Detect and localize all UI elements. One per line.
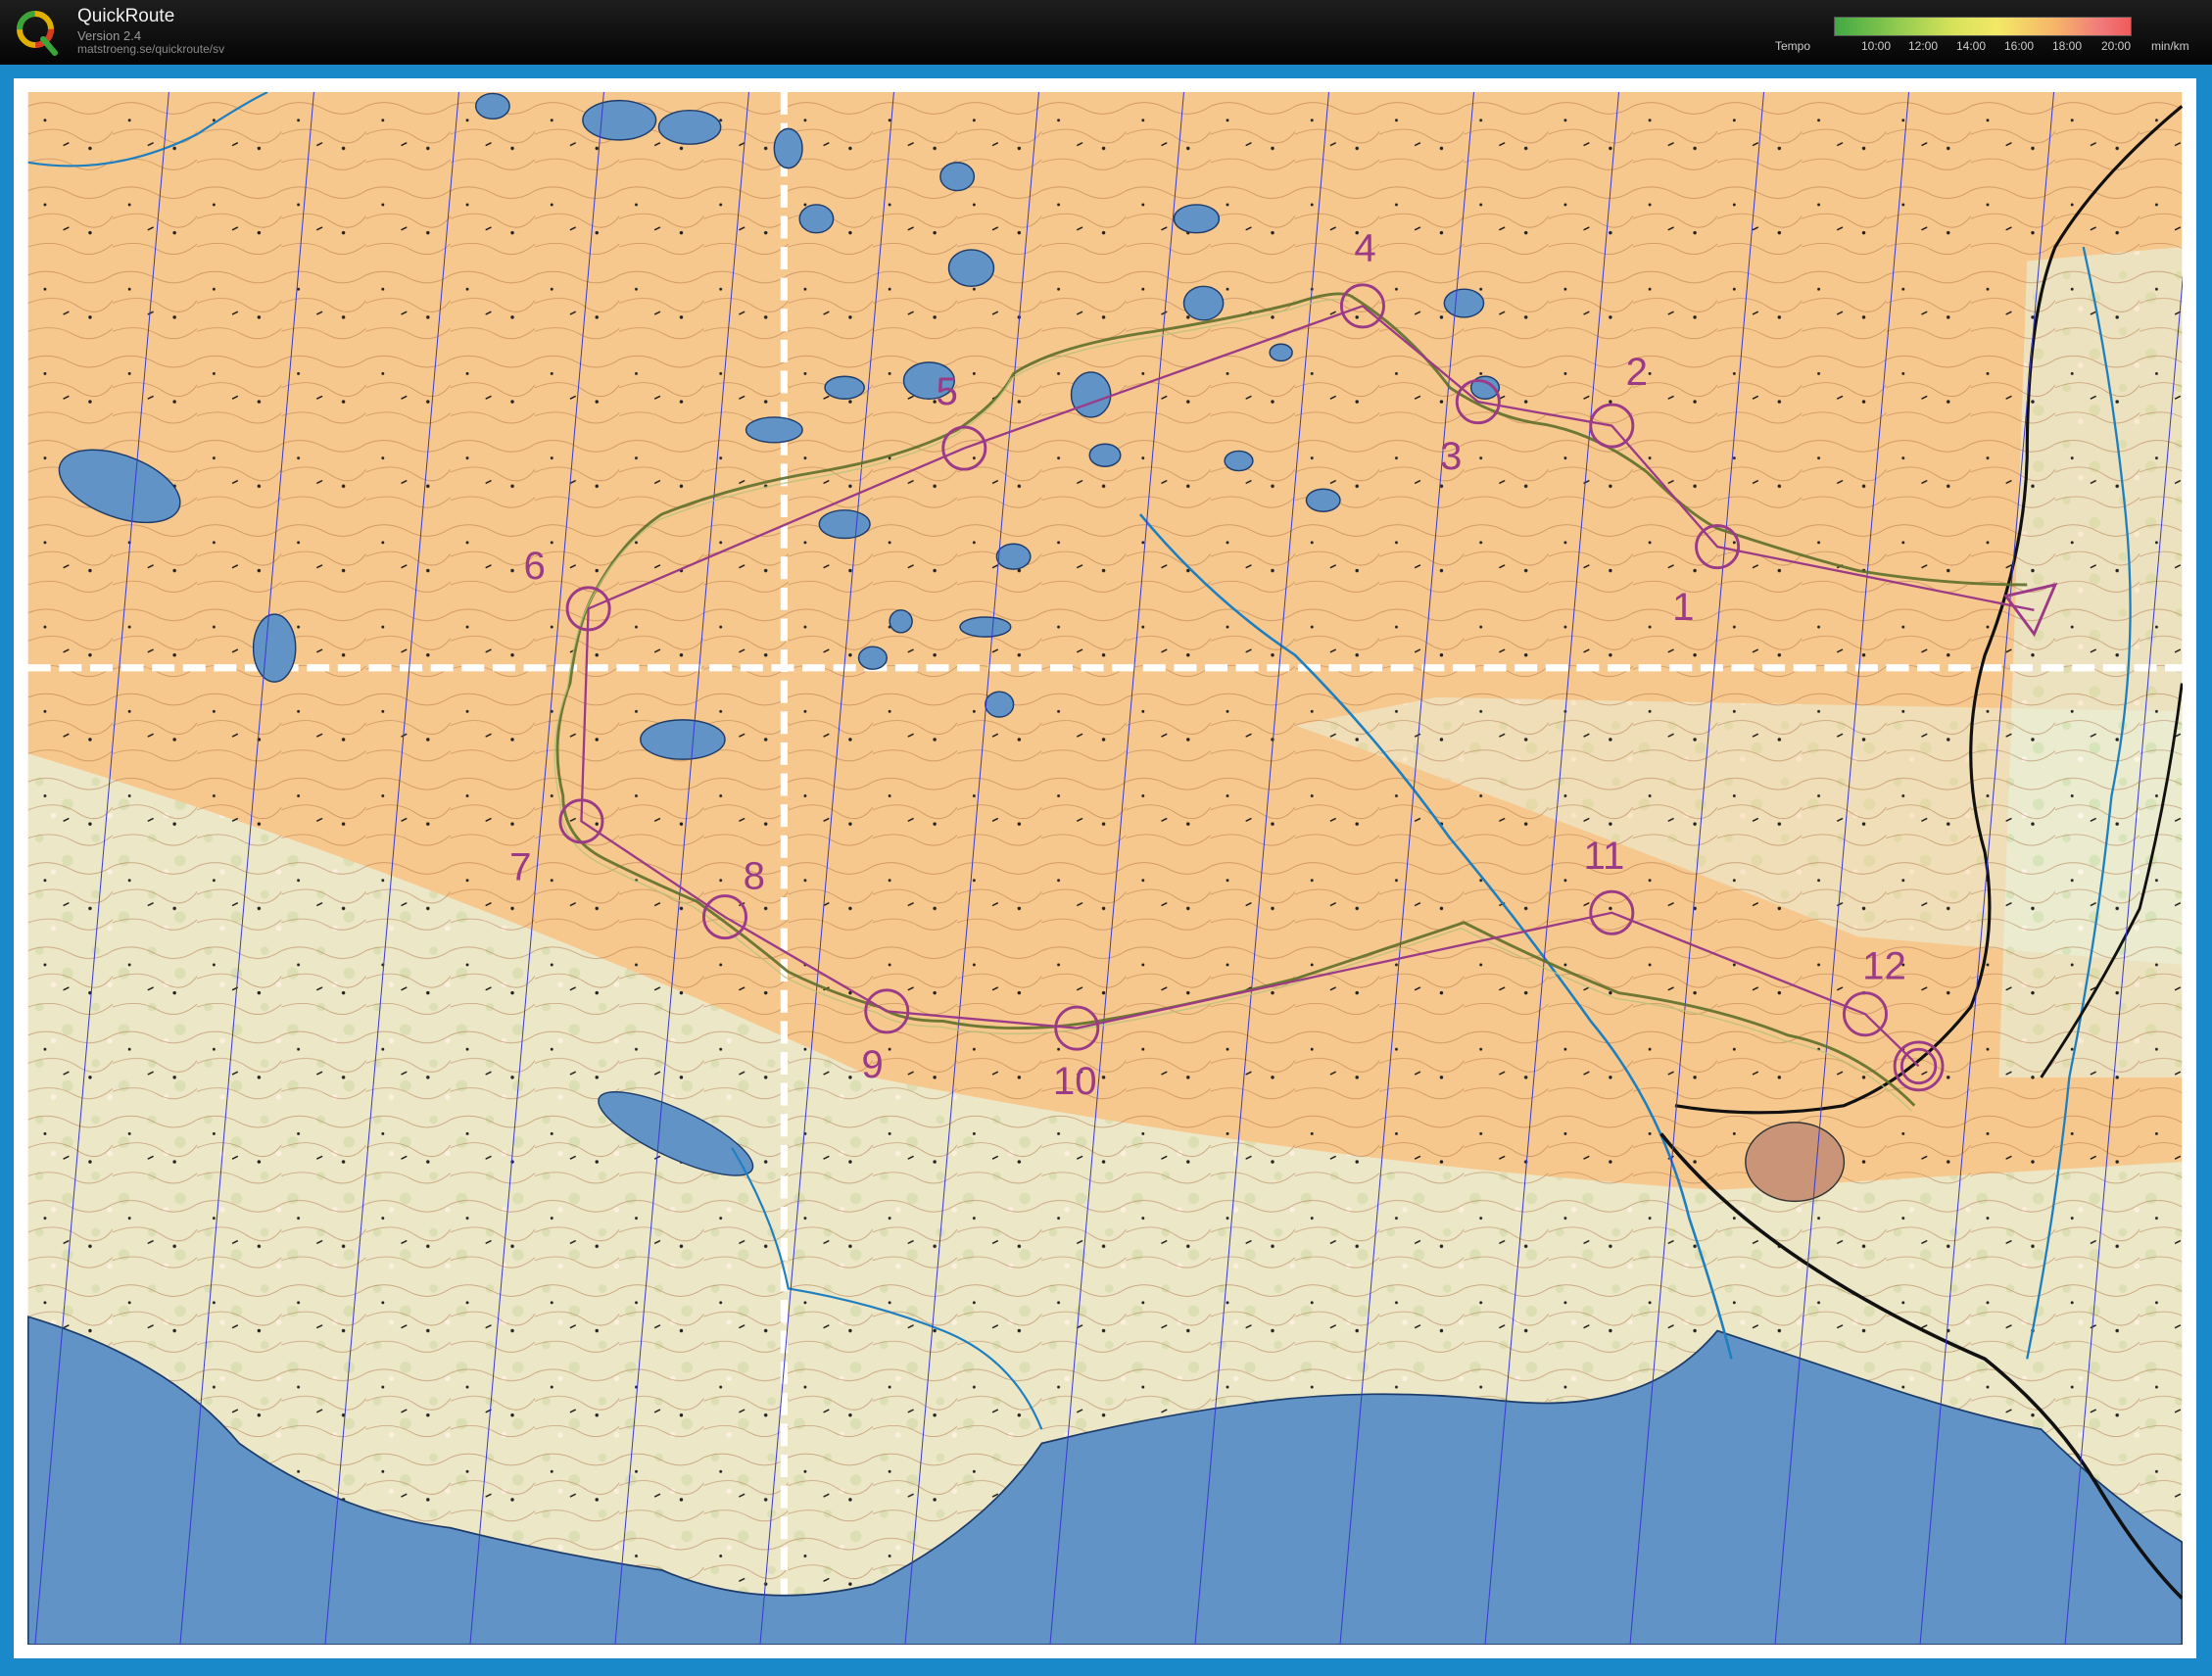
- control-number: 2: [1626, 350, 1648, 394]
- control-number: 8: [744, 853, 765, 897]
- tempo-label: Tempo: [1775, 39, 1811, 53]
- app-header: QuickRoute Version 2.4 matstroeng.se/qui…: [0, 0, 2212, 63]
- tempo-tick: 12:00: [1907, 39, 1939, 53]
- map-canvas[interactable]: 1 2 3 4 5 6 7 8 9 10 11 12: [14, 78, 2196, 1658]
- app-version: Version 2.4: [77, 28, 142, 43]
- tempo-ticks: 10:00 12:00 14:00 16:00 18:00 20:00: [1834, 39, 2147, 53]
- gravel-area: [1745, 1122, 1846, 1203]
- control-number: 3: [1440, 434, 1462, 478]
- orienteering-map[interactable]: 1 2 3 4 5 6 7 8 9 10 11 12: [27, 92, 2183, 1645]
- control-number: 10: [1053, 1059, 1097, 1103]
- control-number: 12: [1862, 943, 1906, 987]
- app-url[interactable]: matstroeng.se/quickroute/sv: [77, 42, 224, 56]
- tempo-tick: 18:00: [2051, 39, 2083, 53]
- tempo-color-scale: [1834, 17, 2132, 36]
- control-number: 7: [509, 845, 531, 889]
- quickroute-logo-icon: [17, 11, 58, 56]
- tempo-tick: 16:00: [2003, 39, 2035, 53]
- control-number: 1: [1672, 585, 1694, 629]
- tempo-tick: 10:00: [1860, 39, 1892, 53]
- control-number: 4: [1354, 225, 1375, 269]
- control-number: 9: [861, 1042, 883, 1086]
- tempo-tick: 14:00: [1955, 39, 1987, 53]
- tempo-tick: 20:00: [2100, 39, 2132, 53]
- map-frame: 1 2 3 4 5 6 7 8 9 10 11 12: [0, 65, 2212, 1676]
- control-number: 5: [937, 369, 958, 413]
- control-number: 11: [1584, 834, 1625, 878]
- control-number: 6: [524, 544, 546, 588]
- app-title: QuickRoute: [77, 6, 175, 26]
- tempo-unit: min/km: [2151, 39, 2189, 53]
